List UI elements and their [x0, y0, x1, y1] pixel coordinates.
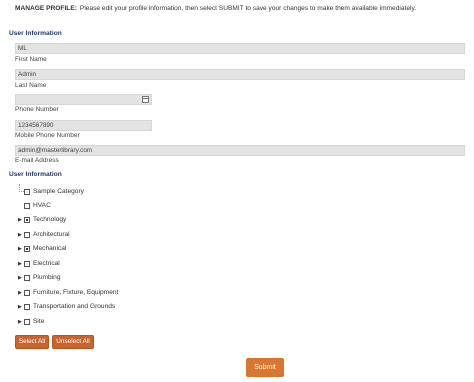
intro-text: MANAGE PROFILE: Please edit your profile … — [15, 5, 416, 12]
mobile-phone-field[interactable]: 1234567890 — [15, 120, 152, 131]
tree-item-label: Technology — [33, 216, 67, 223]
expand-arrow-icon[interactable]: ▶ — [18, 214, 22, 226]
expand-arrow-icon[interactable]: ▶ — [18, 287, 22, 299]
calendar-icon[interactable] — [142, 96, 149, 103]
tree-item-label: Plumbing — [33, 274, 61, 281]
expand-arrow-icon[interactable]: ▶ — [18, 258, 22, 270]
last-name-label: Last Name — [15, 82, 47, 89]
tree-item-label: Furniture, Fixture, Equipment — [33, 289, 119, 296]
email-label: E-mail Address — [15, 157, 59, 164]
checkbox-partial-icon[interactable] — [24, 246, 30, 252]
expand-arrow-icon[interactable]: ▶ — [18, 301, 22, 313]
submit-button[interactable]: Submit — [246, 358, 284, 377]
intro-title: MANAGE PROFILE: — [15, 5, 77, 12]
checkbox-icon[interactable] — [24, 275, 30, 281]
first-name-label: First Name — [15, 56, 47, 63]
select-all-button[interactable]: Select All — [15, 335, 49, 349]
expand-arrow-icon[interactable]: ▶ — [18, 272, 22, 284]
checkbox-icon[interactable] — [24, 290, 30, 296]
expand-arrow-icon[interactable]: ▶ — [18, 316, 22, 328]
mobile-phone-label: Mobile Phone Number — [15, 132, 80, 139]
tree-item-label: HVAC — [33, 202, 51, 209]
expand-arrow-icon[interactable]: ▶ — [18, 229, 22, 241]
phone-label: Phone Number — [15, 106, 59, 113]
unselect-all-button[interactable]: Unselect All — [52, 335, 94, 349]
email-field[interactable]: admin@masterlibrary.com — [15, 145, 465, 156]
tree-item-label: Architectural — [33, 231, 70, 238]
user-info-heading: User Information — [9, 30, 62, 37]
tree-item-label: Electrical — [33, 260, 60, 267]
checkbox-icon[interactable] — [24, 261, 30, 267]
checkbox-icon[interactable] — [24, 203, 30, 209]
first-name-field[interactable]: ML — [15, 43, 465, 54]
checkbox-icon[interactable] — [24, 304, 30, 310]
checkbox-icon[interactable] — [24, 319, 30, 325]
phone-field[interactable] — [15, 94, 152, 105]
intro-description: Please edit your profile information, th… — [79, 5, 417, 12]
checkbox-icon[interactable] — [24, 189, 30, 195]
tree-item-label: Transportation and Grounds — [33, 303, 116, 310]
checkbox-icon[interactable] — [24, 232, 30, 238]
tree-item-label: Site — [33, 318, 45, 325]
last-name-field[interactable]: Admin — [15, 69, 465, 80]
expand-arrow-icon[interactable]: ▶ — [18, 243, 22, 255]
checkbox-partial-icon[interactable] — [24, 217, 30, 223]
tree-item-label: Mechanical — [33, 245, 67, 252]
tree-item-label: Sample Category — [33, 188, 84, 195]
category-heading: User Information — [9, 171, 62, 178]
